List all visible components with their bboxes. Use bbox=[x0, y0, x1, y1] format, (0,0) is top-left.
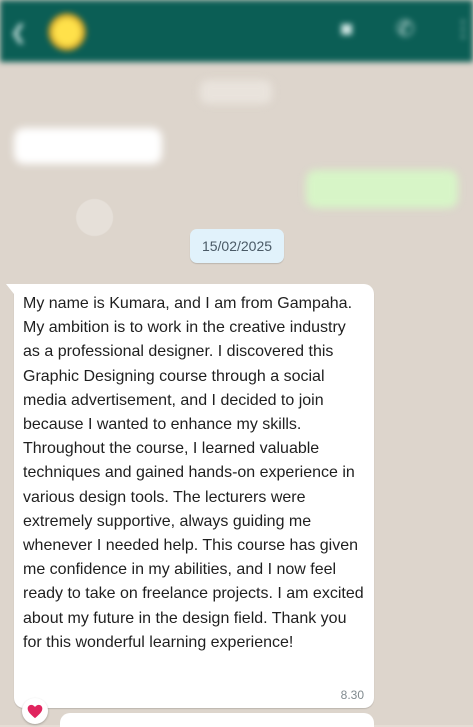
more-options-icon[interactable]: ⋮ bbox=[452, 16, 473, 42]
incoming-message-blurred[interactable] bbox=[14, 128, 162, 164]
chat-header: ❮ ■ ✆ ⋮ bbox=[0, 0, 473, 62]
contact-avatar[interactable] bbox=[48, 13, 86, 51]
red-heart-icon bbox=[27, 704, 43, 718]
outgoing-message-blurred[interactable] bbox=[306, 170, 458, 208]
video-call-icon[interactable]: ■ bbox=[340, 16, 353, 42]
contact-name-redacted[interactable] bbox=[96, 21, 166, 37]
voice-call-icon[interactable]: ✆ bbox=[396, 16, 414, 42]
message-text: My name is Kumara, and I am from Gampaha… bbox=[23, 295, 364, 651]
date-separator-blurred bbox=[200, 80, 272, 104]
message-reaction[interactable] bbox=[22, 698, 48, 724]
incoming-message-bubble[interactable]: My name is Kumara, and I am from Gampaha… bbox=[6, 284, 374, 708]
back-arrow-icon[interactable]: ❮ bbox=[10, 20, 27, 45]
message-timestamp: 8.30 bbox=[340, 688, 364, 702]
date-separator: 15/02/2025 bbox=[190, 229, 284, 263]
